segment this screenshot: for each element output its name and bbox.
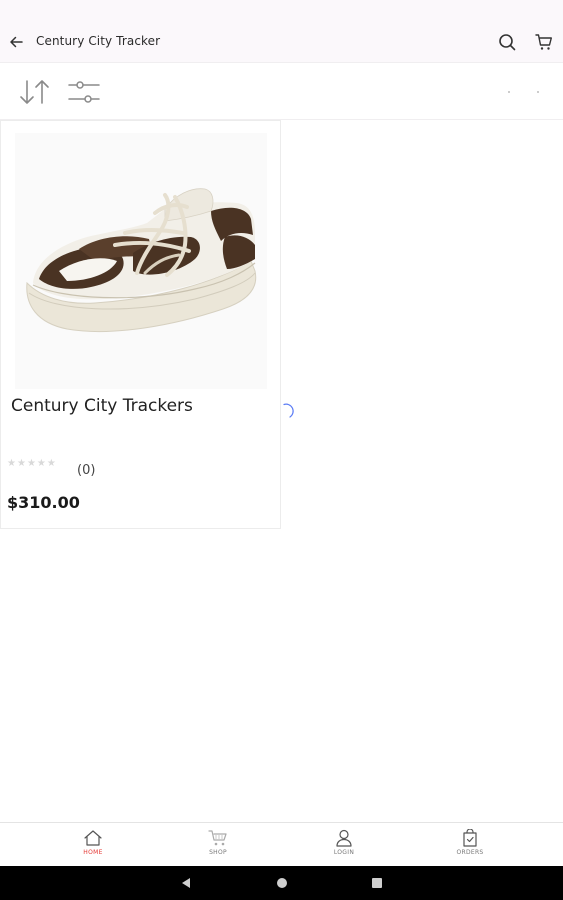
page-title: Century City Tracker [36,34,161,48]
rating-stars: ★ ★ ★ ★ ★ [7,458,56,469]
back-button[interactable] [6,30,26,54]
sneaker-image [26,188,257,333]
arrow-left-icon [10,36,23,48]
sort-icon [20,80,49,104]
star-icon: ★ [7,458,16,469]
view-toggle-dot[interactable] [508,91,510,93]
home-icon [84,830,102,846]
circle-home-icon [277,878,287,888]
bottom-navigation: HOME SHOP LOGIN ORDERS [0,822,563,866]
cart-icon [535,34,552,50]
sort-filter-toolbar [0,62,563,120]
nav-orders[interactable]: ORDERS [410,823,530,867]
product-image[interactable] [15,133,267,389]
orders-bag-icon [463,829,477,847]
sort-button[interactable] [17,77,53,107]
cart-button[interactable] [533,31,555,53]
filter-icon [68,81,100,103]
user-icon [336,829,352,847]
star-icon: ★ [46,458,56,469]
product-price: $310.00 [7,493,80,512]
system-recents-button[interactable] [367,866,387,900]
nav-home[interactable]: HOME [33,823,153,867]
system-navigation-bar [0,866,563,900]
loading-spinner-icon [283,403,294,418]
square-recents-icon [372,878,382,888]
star-icon: ★ [26,458,36,469]
view-toggle-dot[interactable] [537,91,539,93]
review-count: (0) [77,463,96,478]
system-home-button[interactable] [272,866,292,900]
product-card[interactable]: Century City Trackers ★ ★ ★ ★ ★ (0) $310… [0,120,281,529]
filter-button[interactable] [66,77,102,107]
triangle-back-icon [182,878,190,888]
star-icon: ★ [16,458,26,469]
nav-label: ORDERS [456,849,484,856]
status-bar [0,0,563,22]
nav-label: LOGIN [333,849,355,856]
product-name[interactable]: Century City Trackers [11,396,193,416]
app-bar: Century City Tracker [0,22,563,62]
search-button[interactable] [496,31,518,53]
nav-shop[interactable]: SHOP [158,823,278,867]
star-icon: ★ [36,458,46,469]
nav-label: SHOP [209,849,227,856]
nav-label: HOME [83,849,103,856]
system-back-button[interactable] [176,866,196,900]
search-icon [499,34,516,51]
nav-login[interactable]: LOGIN [284,823,404,867]
shop-cart-icon [208,830,227,846]
